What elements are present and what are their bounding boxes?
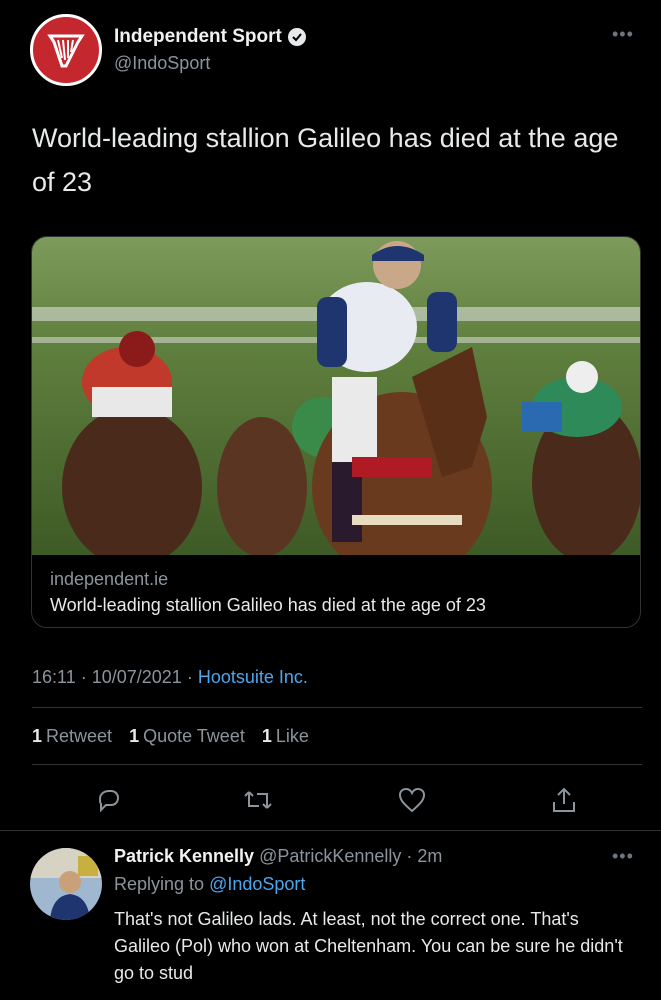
meta-separator: ·	[401, 846, 418, 866]
reply-author-name[interactable]: Patrick Kennelly	[114, 846, 254, 866]
card-image	[32, 237, 640, 555]
quote-tweets-stat[interactable]: 1 Quote Tweet	[129, 726, 245, 746]
reply-icon	[98, 790, 120, 813]
link-card[interactable]: independent.ie World-leading stallion Ga…	[31, 236, 641, 628]
harp-logo-icon	[47, 34, 85, 68]
retweet-button[interactable]	[240, 782, 276, 818]
replying-prefix: Replying to	[114, 874, 205, 894]
reply-avatar[interactable]	[30, 848, 102, 920]
divider	[0, 830, 661, 831]
verified-badge-icon	[287, 28, 306, 46]
retweets-count: 1	[32, 726, 43, 746]
likes-count: 1	[261, 726, 272, 746]
share-button[interactable]	[546, 782, 582, 818]
quotes-label: Quote Tweet	[143, 726, 245, 746]
reply-header: Patrick Kennelly @PatrickKennelly · 2m	[114, 846, 442, 867]
likes-label: Like	[275, 726, 309, 746]
meta-separator: ·	[80, 667, 92, 687]
card-title: World-leading stallion Galileo has died …	[50, 595, 486, 615]
share-icon	[553, 787, 575, 812]
divider	[32, 707, 642, 708]
quotes-count: 1	[129, 726, 140, 746]
more-options-icon[interactable]: •••	[612, 846, 634, 867]
tweet-text: World-leading stallion Galileo has died …	[32, 123, 619, 197]
tweet-meta: 16:11 · 10/07/2021 · Hootsuite Inc.	[32, 667, 308, 688]
author-name[interactable]: Independent Sport	[114, 26, 306, 48]
reply-button[interactable]	[90, 782, 126, 818]
reply-avatar-image	[30, 848, 102, 920]
retweet-icon	[244, 791, 272, 809]
like-icon	[398, 787, 426, 813]
likes-stat[interactable]: 1 Like	[262, 726, 309, 746]
tweet-date: 10/07/2021	[91, 667, 182, 687]
author-handle[interactable]: @IndoSport	[114, 53, 210, 74]
retweets-stat[interactable]: 1 Retweet	[32, 726, 112, 746]
card-domain: independent.ie	[50, 569, 169, 589]
author-name-text: Independent Sport	[114, 26, 282, 47]
reply-text: That's not Galileo lads. At least, not t…	[114, 909, 623, 983]
meta-separator: ·	[186, 667, 198, 687]
reply-author-handle[interactable]: @PatrickKennelly	[259, 846, 401, 866]
tweet-stats: 1 Retweet 1 Quote Tweet 1 Like	[32, 726, 321, 747]
more-options-icon[interactable]: •••	[612, 24, 634, 45]
retweets-label: Retweet	[46, 726, 113, 746]
author-avatar[interactable]	[30, 14, 102, 86]
tweet-time: 16:11	[32, 667, 76, 687]
divider	[32, 764, 642, 765]
like-button[interactable]	[394, 782, 430, 818]
replying-to: Replying to @IndoSport	[114, 874, 305, 895]
reply-time: 2m	[417, 846, 443, 866]
replying-mention-link[interactable]: @IndoSport	[209, 874, 305, 894]
tweet-source-link[interactable]: Hootsuite Inc.	[198, 667, 308, 687]
